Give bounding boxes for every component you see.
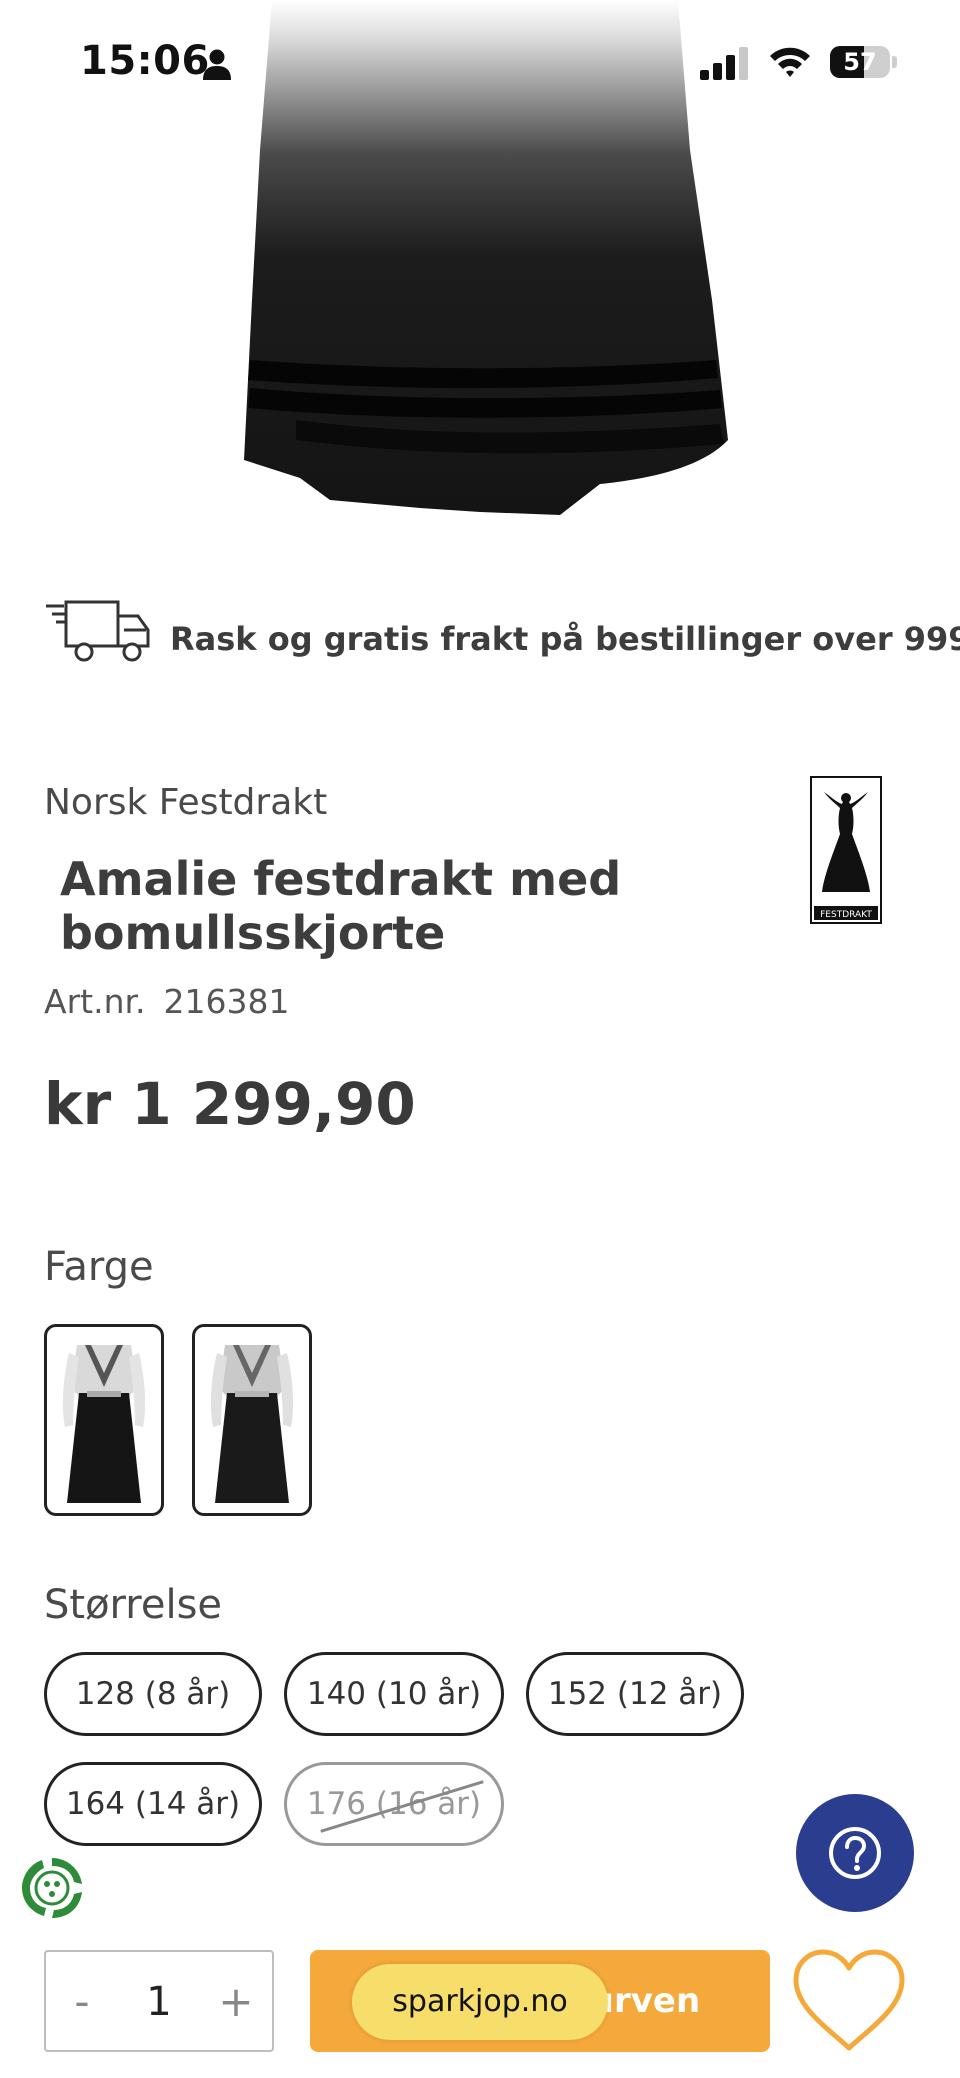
delivery-truck-icon	[46, 600, 150, 662]
quantity-value[interactable]: 1	[116, 1964, 202, 2040]
size-heading: Størrelse	[44, 1582, 223, 1628]
article-number-label: Art.nr.	[44, 982, 146, 1021]
bottom-action-bar: - 1 + urven sparkjop.no	[0, 1924, 960, 2078]
brand-name[interactable]: Norsk Festdrakt	[44, 782, 327, 823]
shipping-text: Rask og gratis frakt på bestillinger ove…	[170, 620, 960, 658]
color-heading: Farge	[44, 1244, 154, 1290]
brand-logo[interactable]: FESTDRAKT	[810, 776, 882, 924]
help-button[interactable]	[796, 1794, 914, 1912]
quantity-increase-button[interactable]: +	[206, 1964, 266, 2040]
size-option-176-unavailable: 176 (16 år)	[284, 1762, 504, 1846]
battery-level: 57	[843, 48, 877, 76]
status-time: 15:06	[80, 38, 210, 84]
color-swatch-1[interactable]	[44, 1324, 164, 1516]
favorite-heart-icon[interactable]	[790, 1946, 908, 2056]
shipping-banner: Rask og gratis frakt på bestillinger ove…	[44, 598, 960, 688]
brand-logo-text: FESTDRAKT	[820, 910, 872, 920]
size-option-140[interactable]: 140 (10 år)	[284, 1652, 504, 1736]
quantity-decrease-button[interactable]: -	[52, 1964, 112, 2040]
recycle-icon[interactable]	[16, 1852, 88, 1924]
wifi-icon	[770, 47, 810, 77]
person-icon	[203, 49, 231, 80]
product-price: kr 1 299,90	[44, 1070, 416, 1138]
battery-nub	[892, 56, 897, 68]
size-option-128[interactable]: 128 (8 år)	[44, 1652, 262, 1736]
size-option-152[interactable]: 152 (12 år)	[526, 1652, 744, 1736]
quantity-stepper: - 1 +	[44, 1950, 274, 2052]
color-swatch-2[interactable]	[192, 1324, 312, 1516]
battery-icon: 57	[830, 46, 890, 78]
article-number-value: 216381	[163, 982, 290, 1021]
question-mark-icon	[829, 1827, 881, 1879]
product-title: Amalie festdrakt med bomullsskjorte	[60, 852, 622, 960]
cellular-signal-icon	[700, 47, 748, 80]
article-number: Art.nr. 216381	[44, 982, 290, 1021]
status-bar: 15:06 57	[0, 0, 960, 130]
browser-url-pill[interactable]: sparkjop.no	[352, 1964, 608, 2040]
size-option-164[interactable]: 164 (14 år)	[44, 1762, 262, 1846]
